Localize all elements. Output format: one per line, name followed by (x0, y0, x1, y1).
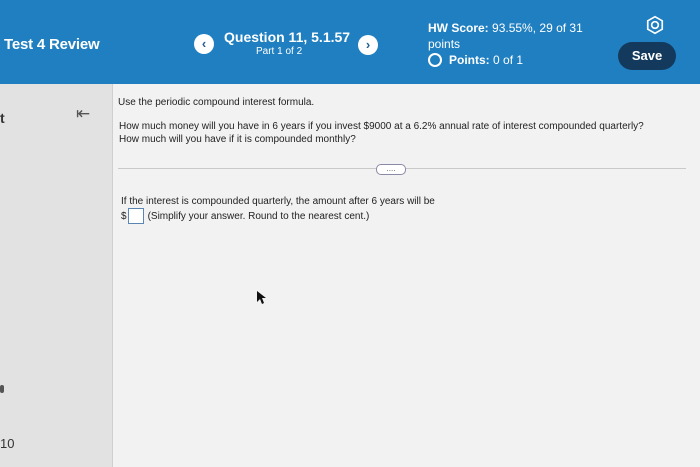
hw-score: HW Score: 93.55%, 29 of 31 points (428, 20, 583, 52)
chevron-left-icon: ‹ (201, 36, 207, 51)
next-question-button[interactable]: › (358, 35, 378, 55)
previous-question-button[interactable]: ‹ (194, 34, 214, 54)
answer-hint: (Simplify your answer. Round to the near… (147, 210, 370, 222)
answer-prompt: If the interest is compounded quarterly,… (121, 196, 435, 207)
question-part: Part 1 of 2 (256, 46, 303, 57)
hw-score-value: 93.55%, 29 of 31 (492, 21, 583, 35)
gear-icon[interactable] (645, 15, 665, 35)
left-sidebar (0, 84, 112, 467)
sidebar-indicator (0, 385, 4, 393)
sidebar-number[interactable]: 10 (0, 436, 14, 451)
points-circle-icon (428, 53, 442, 67)
collapse-left-icon[interactable]: ⇤ (76, 104, 90, 124)
hw-score-unit: points (428, 37, 461, 51)
chevron-right-icon: › (365, 37, 371, 52)
question-text-line-2: How much will you have if it is compound… (119, 134, 356, 145)
question-text-line-1: How much money will you have in 6 years … (119, 121, 644, 132)
save-button[interactable]: Save (618, 42, 676, 70)
points-status: Points: 0 of 1 (428, 53, 523, 67)
points-label: Points: (449, 53, 490, 67)
points-value: 0 of 1 (493, 53, 524, 67)
question-instruction: Use the periodic compound interest formu… (118, 97, 315, 108)
sidebar-mark: t (0, 110, 5, 126)
dollar-sign: $ (121, 210, 127, 222)
more-button[interactable]: .... (376, 164, 406, 175)
answer-input[interactable] (127, 208, 144, 224)
question-text: How much money will you have in 6 years … (119, 120, 689, 146)
assignment-title: Test 4 Review (4, 36, 100, 53)
hw-score-label: HW Score: (428, 21, 489, 35)
mouse-cursor-icon (257, 291, 266, 304)
top-bar: Test 4 Review ‹ Question 11, 5.1.57 Part… (0, 0, 700, 84)
answer-row: $ (Simplify your answer. Round to the ne… (121, 208, 369, 224)
question-title: Question 11, 5.1.57 (224, 29, 351, 45)
